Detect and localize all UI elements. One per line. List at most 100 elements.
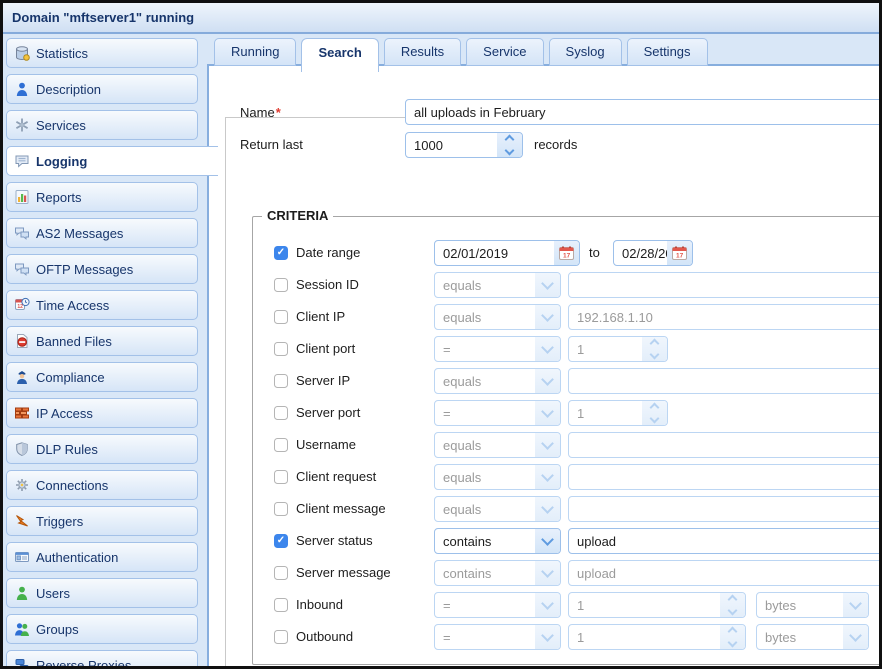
number-spinner[interactable]: 1 (568, 336, 668, 362)
row-checkbox[interactable] (274, 566, 288, 580)
chevron-down-icon[interactable] (843, 625, 868, 649)
calendar-icon[interactable]: 17 (667, 241, 692, 265)
row-checkbox[interactable] (274, 278, 288, 292)
chevron-down-icon[interactable] (535, 625, 560, 649)
name-input[interactable]: all uploads in February (405, 99, 882, 125)
operator-select[interactable]: = (434, 400, 561, 426)
sidebar-item-time-access[interactable]: 12Time Access (6, 290, 198, 320)
value-input[interactable]: upload (568, 560, 882, 586)
operator-select[interactable]: equals (434, 272, 561, 298)
tab-syslog[interactable]: Syslog (549, 38, 622, 66)
row-checkbox[interactable] (274, 438, 288, 452)
chevron-down-icon[interactable] (535, 273, 560, 297)
unit-select[interactable]: bytes (756, 624, 869, 650)
number-spinner[interactable]: 1 (568, 592, 746, 618)
row-checkbox[interactable]: ✓ (274, 534, 288, 548)
spinner-up-icon[interactable] (650, 403, 660, 413)
tab-search[interactable]: Search (301, 38, 378, 72)
sidebar-item-dlp-rules[interactable]: DLP Rules (6, 434, 198, 464)
sidebar-item-users[interactable]: Users (6, 578, 198, 608)
operator-select[interactable]: equals (434, 368, 561, 394)
tab-service[interactable]: Service (466, 38, 543, 66)
spinner-buttons[interactable] (720, 593, 745, 617)
operator-select[interactable]: = (434, 624, 561, 650)
sidebar-item-banned-files[interactable]: Banned Files (6, 326, 198, 356)
sidebar-item-authentication[interactable]: Authentication (6, 542, 198, 572)
calendar-icon[interactable]: 17 (554, 241, 579, 265)
sidebar-item-reverse-proxies[interactable]: Reverse Proxies (6, 650, 198, 669)
operator-select[interactable]: equals (434, 304, 561, 330)
row-checkbox[interactable]: ✓ (274, 246, 288, 260)
chevron-down-icon[interactable] (535, 497, 560, 521)
unit-select[interactable]: bytes (756, 592, 869, 618)
chevron-down-icon[interactable] (535, 465, 560, 489)
sidebar-item-services[interactable]: Services (6, 110, 198, 140)
number-spinner[interactable]: 1 (568, 400, 668, 426)
row-checkbox[interactable] (274, 502, 288, 516)
value-input[interactable] (568, 368, 882, 394)
tab-results[interactable]: Results (384, 38, 461, 66)
value-input[interactable] (568, 432, 882, 458)
operator-select[interactable]: contains (434, 560, 561, 586)
operator-select[interactable]: equals (434, 432, 561, 458)
chevron-down-icon[interactable] (535, 593, 560, 617)
spinner-down-icon[interactable] (728, 638, 738, 648)
spinner-buttons[interactable] (642, 337, 667, 361)
spinner-up-icon[interactable] (650, 339, 660, 349)
return-last-spinner[interactable]: 1000 (405, 132, 523, 158)
row-checkbox[interactable] (274, 310, 288, 324)
spinner-down-icon[interactable] (650, 414, 660, 424)
chevron-down-icon[interactable] (535, 305, 560, 329)
chevron-down-icon[interactable] (535, 401, 560, 425)
spinner-up-icon[interactable] (505, 135, 515, 145)
spinner-up-icon[interactable] (728, 627, 738, 637)
row-checkbox[interactable] (274, 374, 288, 388)
value-input[interactable] (568, 272, 882, 298)
tab-running[interactable]: Running (214, 38, 296, 66)
sidebar-item-statistics[interactable]: Statistics (6, 38, 198, 68)
row-checkbox[interactable] (274, 342, 288, 356)
sidebar-item-groups[interactable]: Groups (6, 614, 198, 644)
date-to-input[interactable]: 02/28/201917 (613, 240, 693, 266)
sidebar-item-as2-messages[interactable]: AS2 Messages (6, 218, 198, 248)
value-input[interactable]: 192.168.1.10 (568, 304, 882, 330)
operator-select[interactable]: = (434, 336, 561, 362)
chevron-down-icon[interactable] (535, 529, 560, 553)
sidebar-item-connections[interactable]: Connections (6, 470, 198, 500)
row-checkbox[interactable] (274, 630, 288, 644)
row-checkbox[interactable] (274, 406, 288, 420)
operator-select[interactable]: = (434, 592, 561, 618)
chevron-down-icon[interactable] (535, 561, 560, 585)
operator-select[interactable]: equals (434, 496, 561, 522)
sidebar-item-triggers[interactable]: Triggers (6, 506, 198, 536)
row-checkbox[interactable] (274, 470, 288, 484)
row-checkbox[interactable] (274, 598, 288, 612)
operator-select[interactable]: equals (434, 464, 561, 490)
spinner-buttons[interactable] (642, 401, 667, 425)
sidebar-item-compliance[interactable]: Compliance (6, 362, 198, 392)
spinner-up-icon[interactable] (728, 595, 738, 605)
spinner-down-icon[interactable] (650, 350, 660, 360)
date-from-input[interactable]: 02/01/201917 (434, 240, 580, 266)
sidebar-item-reports[interactable]: Reports (6, 182, 198, 212)
operator-select[interactable]: contains (434, 528, 561, 554)
spinner-down-icon[interactable] (728, 606, 738, 616)
chevron-down-icon[interactable] (535, 337, 560, 361)
sidebar-item-description[interactable]: Description (6, 74, 198, 104)
tab-settings[interactable]: Settings (627, 38, 708, 66)
chevron-down-icon[interactable] (843, 593, 868, 617)
chevron-down-icon[interactable] (535, 433, 560, 457)
criteria-row-label: Client IP (296, 304, 345, 330)
sidebar-item-ip-access[interactable]: IP Access (6, 398, 198, 428)
value-input[interactable] (568, 496, 882, 522)
sidebar-item-oftp-messages[interactable]: OFTP Messages (6, 254, 198, 284)
value-input[interactable] (568, 464, 882, 490)
chevron-down-icon[interactable] (535, 369, 560, 393)
spinner-buttons[interactable] (497, 133, 522, 157)
sidebar-item-logging[interactable]: Logging (6, 146, 218, 176)
spinner-buttons[interactable] (720, 625, 745, 649)
spinner-down-icon[interactable] (505, 146, 515, 156)
value-input[interactable]: upload (568, 528, 882, 554)
criteria-row-label: Outbound (296, 624, 353, 650)
number-spinner[interactable]: 1 (568, 624, 746, 650)
